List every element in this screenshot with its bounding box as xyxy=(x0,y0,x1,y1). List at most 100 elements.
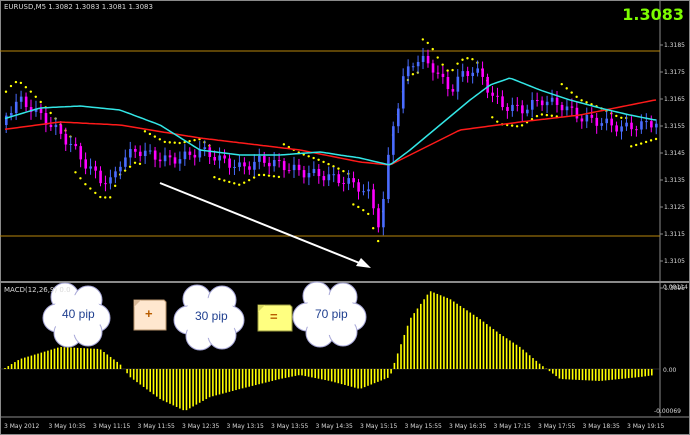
sar-dot xyxy=(357,205,360,209)
candle-body xyxy=(287,170,291,172)
sar-dot xyxy=(104,196,107,199)
candle-body xyxy=(511,104,514,111)
sar-dot xyxy=(426,41,429,45)
candle-body xyxy=(39,108,43,114)
candle-body xyxy=(630,122,633,130)
sar-dot xyxy=(218,177,221,181)
candle-body xyxy=(282,161,286,171)
sar-dot xyxy=(173,141,176,144)
sar-dot xyxy=(188,139,191,143)
price-axis-label: 1.3135 xyxy=(664,177,685,184)
candle-body xyxy=(263,156,266,163)
sar-dot xyxy=(615,114,618,118)
candle-body xyxy=(322,176,326,181)
candle-body xyxy=(233,166,236,168)
candle-body xyxy=(188,151,192,155)
candle-body xyxy=(516,104,519,106)
sar-dot xyxy=(158,138,162,141)
candle-body xyxy=(173,157,177,164)
candle-body xyxy=(143,150,147,157)
sar-dot xyxy=(451,68,454,72)
sar-dot xyxy=(367,212,370,216)
sar-dot xyxy=(436,56,439,59)
candle-body xyxy=(570,106,574,108)
sar-dot xyxy=(639,142,643,145)
sar-dot xyxy=(178,141,181,145)
sar-dot xyxy=(580,99,583,102)
candle-body xyxy=(59,124,63,134)
candle-body xyxy=(183,151,187,160)
sar-dot xyxy=(371,226,375,230)
price-chart[interactable]: 1.3185 1.3175 1.3165 1.3155 1.3145 1.3135 1.31… xyxy=(0,0,690,435)
sar-dot xyxy=(550,114,554,117)
candle-body xyxy=(352,178,355,183)
candle-body xyxy=(292,164,296,171)
sar-dot xyxy=(352,203,355,206)
candle-body xyxy=(203,147,207,149)
sar-dot xyxy=(4,90,8,93)
candle-body xyxy=(362,191,365,193)
candle-body xyxy=(401,76,405,109)
sar-dot xyxy=(545,113,549,117)
sar-dot xyxy=(520,124,524,127)
candle-body xyxy=(540,100,544,106)
candle-body xyxy=(74,143,78,147)
candle-body xyxy=(461,71,465,77)
candle-body xyxy=(332,174,336,176)
sar-dot xyxy=(322,160,325,164)
sar-dot xyxy=(540,113,544,116)
candle-body xyxy=(193,154,197,158)
price-axis-labels: 1.3185 1.3175 1.3165 1.3155 1.3145 1.3135 1.31… xyxy=(660,42,685,292)
price-axis-label: 1.3145 xyxy=(664,150,685,157)
candle-body xyxy=(530,99,534,110)
sar-dot xyxy=(19,81,23,85)
candle-body xyxy=(555,97,559,105)
chart-window: 1.3185 1.3175 1.3165 1.3155 1.3145 1.3135 1.31… xyxy=(0,0,690,435)
sar-dot xyxy=(223,179,226,182)
candle-body xyxy=(580,118,584,122)
candle-body xyxy=(491,92,494,96)
candle-body xyxy=(168,155,172,158)
candle-body xyxy=(496,95,499,97)
candle-body xyxy=(441,73,445,78)
sar-dot xyxy=(79,177,82,180)
candle-body xyxy=(481,68,484,77)
sar-dot xyxy=(128,165,132,168)
time-axis-labels: 3 May 2012 3 May 10:35 3 May 11:15 3 May 11… xyxy=(4,423,665,430)
candle-body xyxy=(49,124,53,128)
candle-body xyxy=(342,182,346,184)
cloud-text-3: 70 pip xyxy=(315,307,348,321)
candle-body xyxy=(411,66,415,68)
candle-body xyxy=(337,174,341,183)
price-axis-label: 1.3105 xyxy=(664,258,685,265)
sar-dot xyxy=(307,155,310,158)
macd-axis-label-top: 0.00114 xyxy=(663,284,688,291)
candle-body xyxy=(456,76,460,92)
sar-dot xyxy=(575,95,578,99)
candle-body xyxy=(526,109,529,114)
time-axis-label: 3 May 10:35 xyxy=(49,423,87,430)
time-axis-label: 3 May 13:55 xyxy=(271,423,309,430)
candle-body xyxy=(550,97,554,102)
sar-dot xyxy=(644,140,648,144)
candle-body xyxy=(590,114,594,118)
candle-body xyxy=(436,72,440,74)
candle-body xyxy=(501,96,504,108)
candle-body xyxy=(635,129,638,131)
candle-body xyxy=(153,150,157,160)
candle-body xyxy=(377,208,380,228)
sar-dot xyxy=(535,114,539,118)
candle-body xyxy=(416,61,420,67)
candle-body xyxy=(104,183,107,185)
time-axis-label: 3 May 15:15 xyxy=(360,423,398,430)
candle-body xyxy=(605,118,609,124)
sar-dot xyxy=(34,95,37,99)
sar-dot xyxy=(570,91,573,94)
candle-body xyxy=(387,154,390,200)
sar-dot xyxy=(257,173,261,177)
time-axis-label: 3 May 14:35 xyxy=(316,423,354,430)
sar-dot xyxy=(262,173,266,177)
candle-body xyxy=(585,114,589,122)
price-axis-label: 1.3185 xyxy=(664,42,685,49)
sar-dot xyxy=(585,101,588,104)
